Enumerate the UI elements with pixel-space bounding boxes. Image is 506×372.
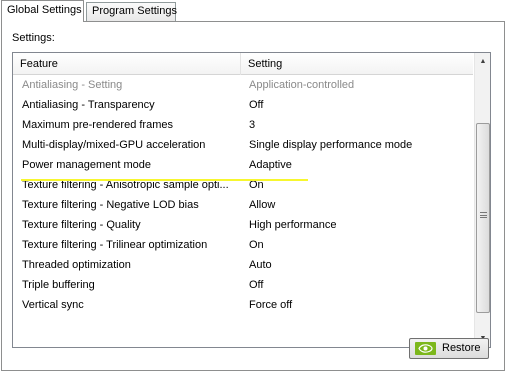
table-row[interactable]: Antialiasing - Setting Application-contr… (13, 75, 473, 95)
highlight-underline (21, 179, 308, 181)
feature-cell: Maximum pre-rendered frames (22, 119, 173, 131)
feature-cell: Antialiasing - Transparency (22, 99, 155, 111)
table-row[interactable]: Antialiasing - Transparency Off (13, 95, 473, 115)
feature-cell: Texture filtering - Trilinear optimizati… (22, 239, 208, 251)
grip-icon (480, 212, 487, 218)
table-row[interactable]: Threaded optimization Auto (13, 255, 473, 275)
table-row[interactable]: Texture filtering - Trilinear optimizati… (13, 235, 473, 255)
scroll-up-arrow-icon[interactable]: ▲ (475, 53, 490, 70)
feature-cell: Power management mode (22, 159, 152, 171)
setting-cell: Force off (249, 299, 293, 311)
settings-panel: Settings: Feature Setting Antialiasing -… (1, 21, 505, 371)
table-row[interactable]: Texture filtering - Anisotropic sample o… (13, 175, 473, 195)
table-row[interactable]: Triple buffering Off (13, 275, 473, 295)
settings-list[interactable]: Feature Setting Antialiasing - Setting A… (12, 52, 491, 348)
setting-cell: Adaptive (249, 159, 292, 171)
column-header-feature[interactable]: Feature (13, 53, 241, 75)
table-row[interactable]: Multi-display/mixed-GPU acceleration Sin… (13, 135, 473, 155)
setting-cell: Allow (249, 199, 276, 211)
feature-cell: Texture filtering - Quality (22, 219, 141, 231)
setting-cell: On (249, 239, 264, 251)
setting-cell: High performance (249, 219, 337, 231)
settings-label: Settings: (12, 32, 55, 44)
feature-cell: Texture filtering - Anisotropic sample o… (22, 179, 229, 191)
table-row[interactable]: Vertical sync Force off (13, 295, 473, 315)
list-rows: Antialiasing - Setting Application-contr… (13, 75, 473, 315)
restore-label: Restore (442, 342, 481, 354)
setting-cell: Off (249, 99, 264, 111)
list-header: Feature Setting (13, 53, 473, 75)
setting-cell: Single display performance mode (249, 139, 413, 151)
scroll-thumb[interactable] (476, 123, 490, 313)
setting-cell: Off (249, 279, 264, 291)
feature-cell: Antialiasing - Setting (22, 79, 123, 91)
tab-global-settings[interactable]: Global Settings (1, 0, 84, 22)
setting-cell: Auto (249, 259, 272, 271)
tab-program-settings[interactable]: Program Settings (86, 2, 177, 21)
feature-cell: Vertical sync (22, 299, 84, 311)
feature-cell: Texture filtering - Negative LOD bias (22, 199, 199, 211)
setting-cell: On (249, 179, 264, 191)
feature-cell: Multi-display/mixed-GPU acceleration (22, 139, 206, 151)
restore-button[interactable]: Restore (409, 338, 489, 359)
nvidia-logo-icon (415, 342, 436, 355)
feature-cell: Threaded optimization (22, 259, 131, 271)
vertical-scrollbar[interactable]: ▲ ▼ (474, 53, 490, 347)
table-row[interactable]: Maximum pre-rendered frames 3 (13, 115, 473, 135)
nvidia-control-panel-3d-settings: Global Settings Program Settings Setting… (0, 0, 506, 372)
feature-cell: Triple buffering (22, 279, 95, 291)
tab-strip: Global Settings Program Settings (0, 0, 506, 22)
table-row[interactable]: Texture filtering - Quality High perform… (13, 215, 473, 235)
setting-cell: Application-controlled (249, 79, 355, 91)
table-row[interactable]: Texture filtering - Negative LOD bias Al… (13, 195, 473, 215)
column-header-setting[interactable]: Setting (241, 53, 473, 75)
setting-cell: 3 (249, 119, 256, 131)
table-row[interactable]: Power management mode Adaptive (13, 155, 473, 175)
